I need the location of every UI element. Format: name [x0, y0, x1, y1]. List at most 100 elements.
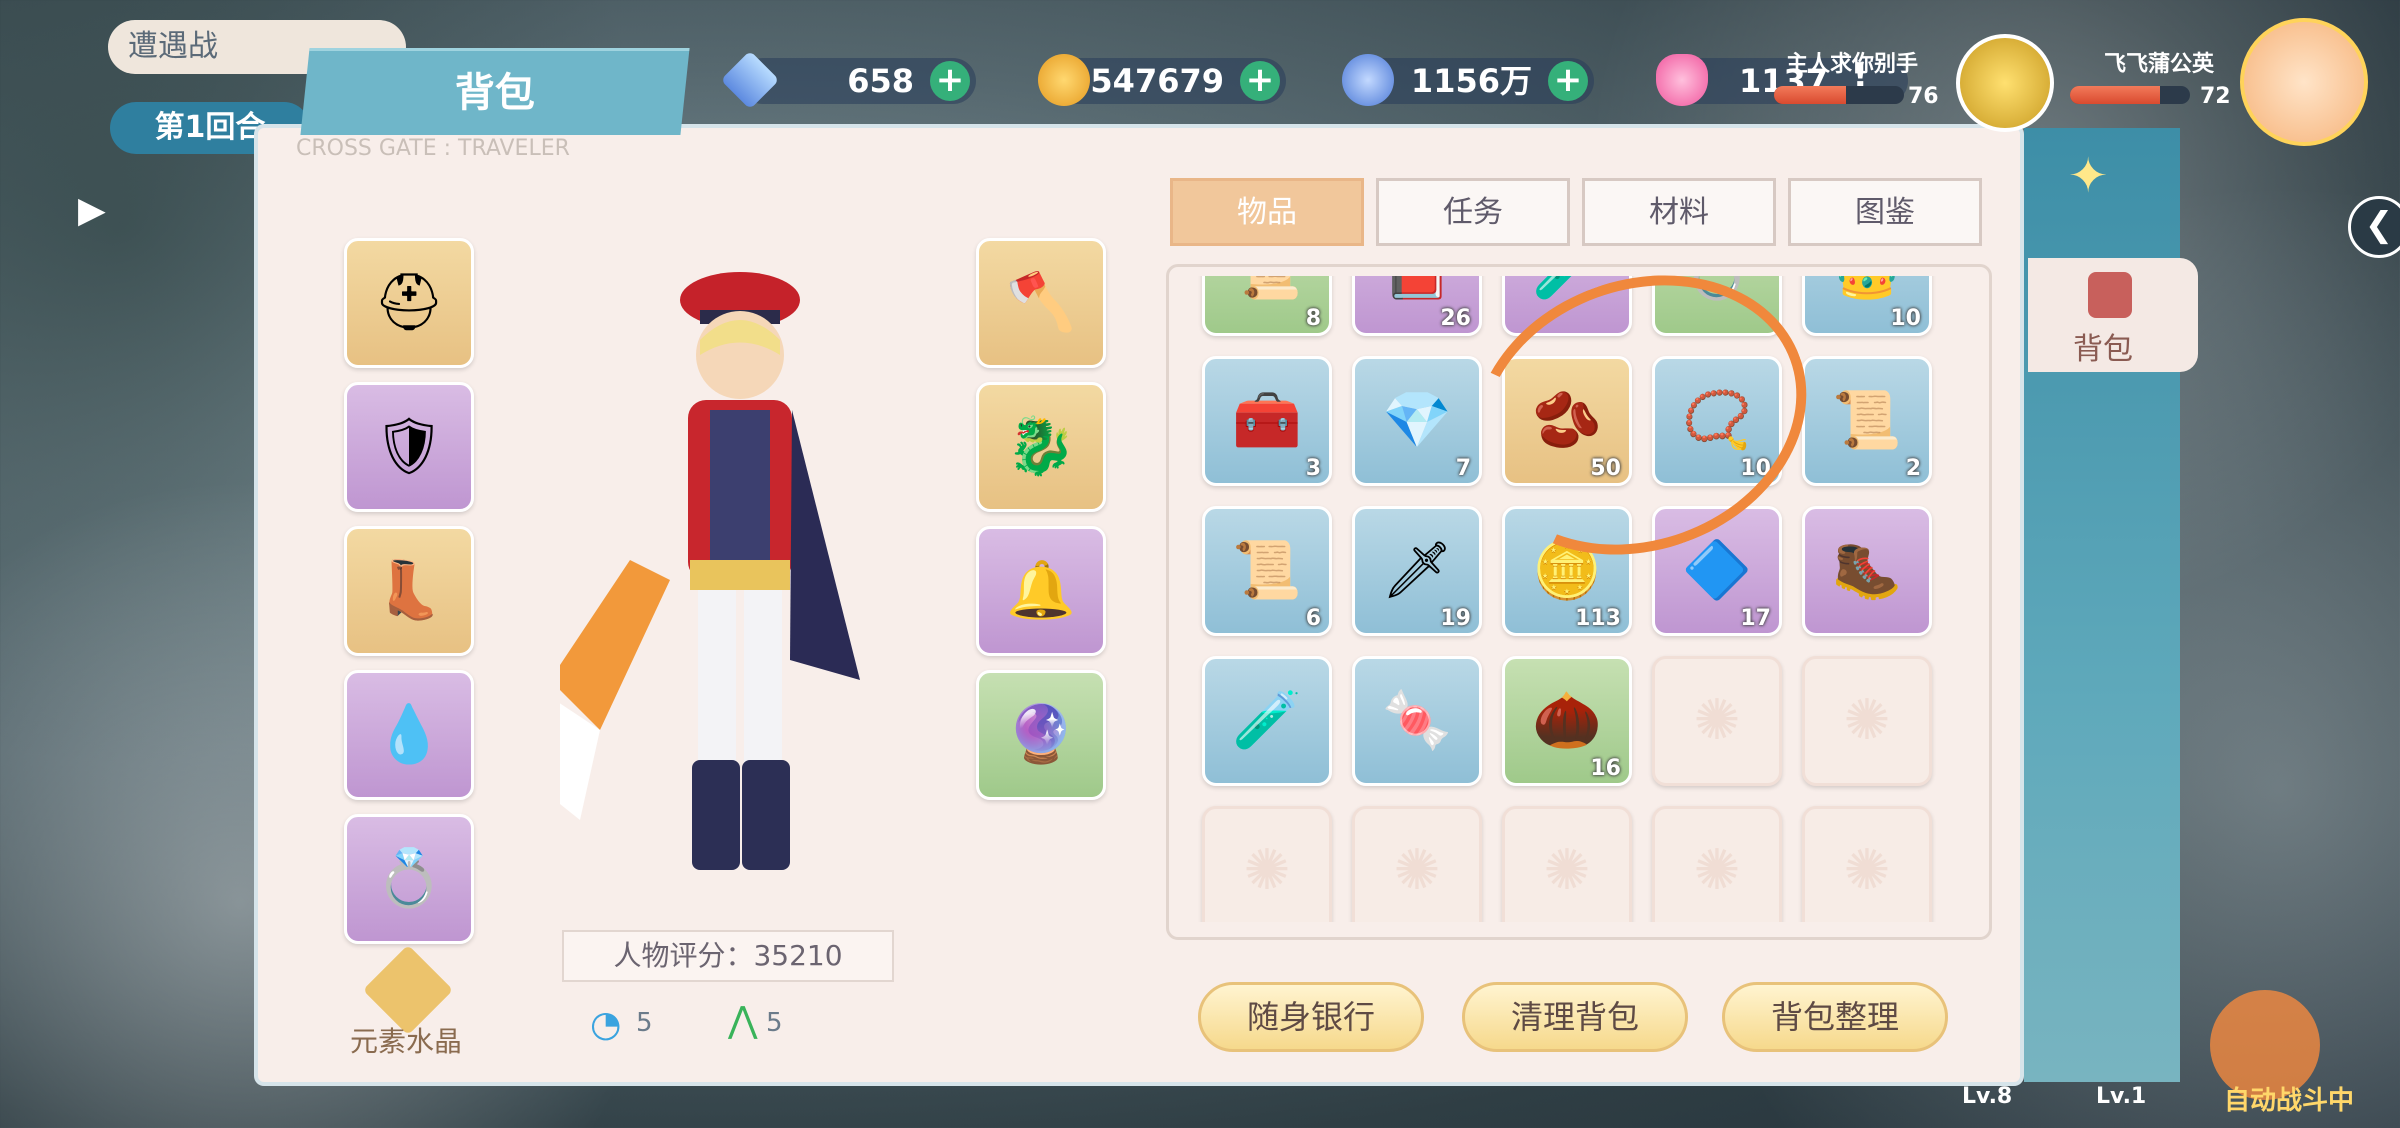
boots-scroll-icon: 📜	[1232, 538, 1302, 603]
inventory-slot[interactable]: 🥾	[1802, 506, 1932, 636]
helmet-icon: ⛑	[373, 270, 445, 335]
equip-slot-left[interactable]: 💍	[344, 814, 474, 944]
inventory-slot[interactable]: ✺	[1652, 656, 1782, 786]
empty-slot: ✺	[1543, 838, 1591, 903]
item-count: 19	[1440, 606, 1471, 631]
player-level-label: Lv.1	[2096, 1084, 2147, 1109]
water-element-value: 5	[636, 1008, 653, 1038]
inventory-slot[interactable]: ✺	[1502, 806, 1632, 922]
gold-coin-icon	[1038, 54, 1090, 106]
inventory-slot[interactable]: ✺	[1652, 806, 1782, 922]
inventory-slot[interactable]: 📜 2	[1802, 356, 1932, 486]
sort-bag-button[interactable]: 背包整理	[1722, 982, 1948, 1052]
side-tab-bag[interactable]: 背包	[2028, 258, 2198, 372]
ally-name: 主人求你别手	[1786, 52, 1919, 77]
tab-3[interactable]: 图鉴	[1788, 178, 1982, 246]
item-count: 2	[1905, 456, 1921, 481]
equip-slot-right[interactable]: 🐉	[976, 382, 1106, 512]
axe-icon: 🪓	[1006, 270, 1076, 335]
inventory-slot[interactable]: 🍬	[1352, 656, 1482, 786]
blue-crystal-icon: 💎	[1382, 388, 1452, 453]
clean-bag-button[interactable]: 清理背包	[1462, 982, 1688, 1052]
currency-gold: 547679 +	[1038, 54, 1286, 106]
boots-icon: 👢	[374, 558, 444, 623]
boots-scroll-icon: 📜	[1832, 388, 1902, 453]
empty-slot: ✺	[1843, 838, 1891, 903]
tab-1[interactable]: 任务	[1376, 178, 1570, 246]
inventory-slot[interactable]: 📕 26	[1352, 276, 1482, 336]
tab-2[interactable]: 材料	[1582, 178, 1776, 246]
potion-bottle-icon: 🧪	[1232, 688, 1302, 753]
expand-play-icon[interactable]: ▶	[78, 190, 106, 231]
element-crystal-label: 元素水晶	[350, 1025, 463, 1058]
inventory-slot[interactable]: 🌰 16	[1502, 656, 1632, 786]
leather-boots-icon: 🥾	[1832, 538, 1902, 603]
character-figure	[560, 272, 860, 870]
inventory-slot[interactable]: 🧰 3	[1202, 356, 1332, 486]
equip-slot-left[interactable]: ⛑	[344, 238, 474, 368]
auto-battle-label: 自动战斗中	[2224, 1086, 2355, 1116]
item-count: 26	[1440, 306, 1471, 331]
sword-scroll-icon: 🗡	[1381, 538, 1453, 603]
inventory-slot[interactable]: 🗡 19	[1352, 506, 1482, 636]
bag-title-tab: 背包	[300, 48, 690, 135]
treasure-chest-icon: 🧰	[1232, 388, 1302, 453]
walnut-icon: 🌰	[1532, 688, 1602, 753]
inventory-slot[interactable]: 🧪	[1202, 656, 1332, 786]
inventory-slot[interactable]: 📜 6	[1202, 506, 1332, 636]
character-score: 人物评分：35210	[562, 930, 894, 982]
item-count: 10	[1890, 306, 1921, 331]
inventory-slot[interactable]: 📜8	[1202, 276, 1332, 336]
ally-hp-bar	[1774, 86, 1904, 104]
equip-slot-right[interactable]: 🪓	[976, 238, 1106, 368]
portable-bank-button[interactable]: 随身银行	[1198, 982, 1424, 1052]
add-crystal-button[interactable]: +	[930, 61, 970, 101]
inventory-slot[interactable]: ✺	[1352, 806, 1482, 922]
bell-ribbon-icon: 🔔	[1006, 558, 1076, 623]
equip-slot-left[interactable]: 🛡	[344, 382, 474, 512]
self-name: 飞飞蒲公英	[2104, 52, 2215, 77]
equip-slot-left[interactable]: 👢	[344, 526, 474, 656]
self-hp-bar	[2070, 86, 2190, 104]
empty-slot: ✺	[1393, 838, 1441, 903]
sparkle-icon: ✦	[2068, 148, 2109, 204]
inventory-slot[interactable]: ✺	[1202, 806, 1332, 922]
panel-subtitle: CROSS GATE : TRAVELER	[296, 136, 570, 161]
blue-token-icon	[1342, 54, 1394, 106]
ally-level: 76	[1908, 84, 1939, 109]
inventory-slot[interactable]: ✺	[1802, 656, 1932, 786]
pet-level-label: Lv.8	[1962, 1084, 2013, 1109]
self-level: 72	[2200, 84, 2231, 109]
add-token-button[interactable]: +	[1548, 61, 1588, 101]
inventory-slot[interactable]: 💎 7	[1352, 356, 1482, 486]
equip-slot-left[interactable]: 💧	[344, 670, 474, 800]
inventory-slot[interactable]: 👑 10	[1802, 276, 1932, 336]
empty-slot: ✺	[1843, 688, 1891, 753]
self-avatar[interactable]	[2240, 18, 2368, 146]
add-gold-button[interactable]: +	[1240, 61, 1280, 101]
equip-slot-right[interactable]: 🔔	[976, 526, 1106, 656]
pumpkin-candy-icon: 🍬	[1382, 688, 1452, 753]
orb-icon: 🔮	[1006, 702, 1076, 767]
item-count: 113	[1575, 606, 1621, 631]
currency-token: 1156万 +	[1342, 54, 1594, 106]
equip-slot-right[interactable]: 🔮	[976, 670, 1106, 800]
ally-avatar[interactable]	[1956, 34, 2054, 132]
inventory-slot[interactable]: ✺	[1802, 806, 1932, 922]
item-count: 3	[1305, 456, 1321, 481]
empty-slot: ✺	[1693, 688, 1741, 753]
backpack-icon	[2088, 272, 2132, 318]
rune-stone-icon: 🔷	[1682, 538, 1752, 603]
empty-slot: ✺	[1693, 838, 1741, 903]
water-element-icon: ◔	[590, 1004, 622, 1045]
heart-gem-icon	[1656, 54, 1708, 106]
ring-icon: 💍	[374, 846, 444, 911]
currency-crystal: 658 +	[720, 50, 976, 110]
earrings-icon: 💧	[374, 702, 444, 767]
empty-slot: ✺	[1243, 838, 1291, 903]
wind-element-value: 5	[766, 1008, 783, 1038]
tab-0[interactable]: 物品	[1170, 178, 1364, 246]
item-count: 7	[1455, 456, 1471, 481]
dragon-pet-icon: 🐉	[1006, 414, 1076, 479]
scroll-icon: 📜	[1232, 276, 1302, 299]
